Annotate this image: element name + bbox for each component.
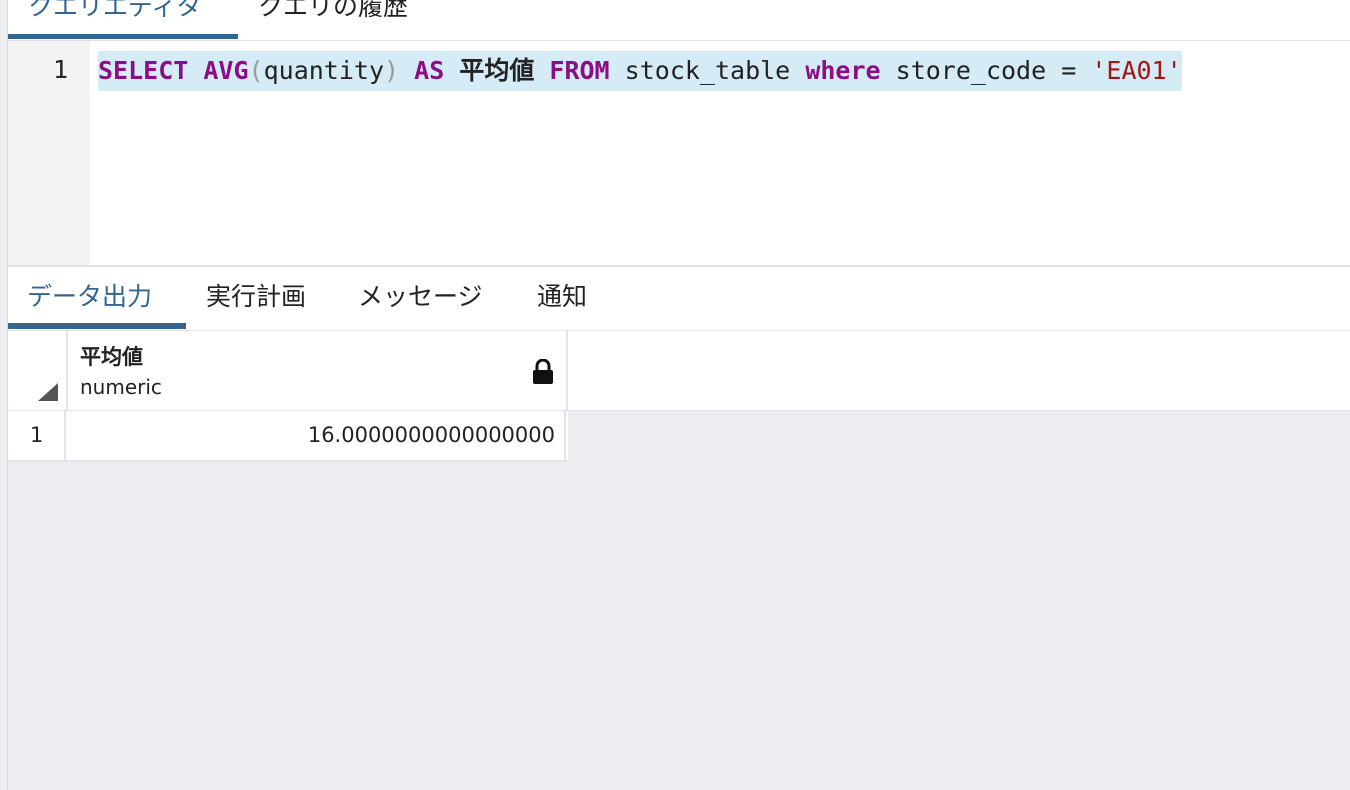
tab-query-editor[interactable]: クエリエディタ xyxy=(28,0,201,28)
close-paren: ) xyxy=(384,56,400,85)
column-type: numeric xyxy=(80,375,162,399)
keyword-as: AS xyxy=(414,56,445,85)
left-panel-border xyxy=(0,0,8,790)
table-name: stock_table xyxy=(624,56,791,85)
sql-editor[interactable]: 1 SELECT AVG(quantity) AS 平均値 FROM stock… xyxy=(8,41,1350,265)
keyword-from: FROM xyxy=(549,56,610,85)
active-result-tab-indicator xyxy=(8,323,186,329)
equals-operator: = xyxy=(1061,56,1077,85)
select-all-triangle-icon xyxy=(38,383,58,401)
column-name: 平均値 xyxy=(80,345,143,369)
tab-data-output[interactable]: データ出力 xyxy=(27,267,152,327)
active-tab-indicator xyxy=(8,34,238,39)
alias-name: 平均値 xyxy=(459,56,535,85)
keyword-select: SELECT xyxy=(98,56,189,85)
row-number[interactable]: 1 xyxy=(8,411,66,460)
table-row[interactable]: 1 16.0000000000000000 xyxy=(8,411,568,462)
tab-query-history[interactable]: クエリの履歴 xyxy=(258,0,408,28)
keyword-where: where xyxy=(805,56,881,85)
line-number: 1 xyxy=(52,55,68,84)
column-header[interactable]: 平均値 numeric xyxy=(68,331,568,410)
open-paren: ( xyxy=(248,56,264,85)
function-avg: AVG xyxy=(203,56,249,85)
tab-notifications[interactable]: 通知 xyxy=(537,267,587,327)
tab-messages[interactable]: メッセージ xyxy=(358,267,483,327)
data-grid[interactable]: 平均値 numeric 1 16.0000000000000000 xyxy=(8,331,1350,790)
column-quantity: quantity xyxy=(263,56,385,85)
editor-gutter: 1 xyxy=(8,41,90,265)
result-tab-bar: データ出力 実行計画 メッセージ 通知 xyxy=(8,267,1350,331)
condition-column: store_code xyxy=(895,56,1047,85)
table-cell[interactable]: 16.0000000000000000 xyxy=(68,411,566,460)
code-line[interactable]: SELECT AVG(quantity) AS 平均値 FROM stock_t… xyxy=(98,51,1182,91)
select-all-cell[interactable] xyxy=(8,331,68,410)
string-literal: 'EA01' xyxy=(1091,56,1182,85)
lock-icon xyxy=(533,359,553,384)
tab-explain[interactable]: 実行計画 xyxy=(206,267,306,327)
